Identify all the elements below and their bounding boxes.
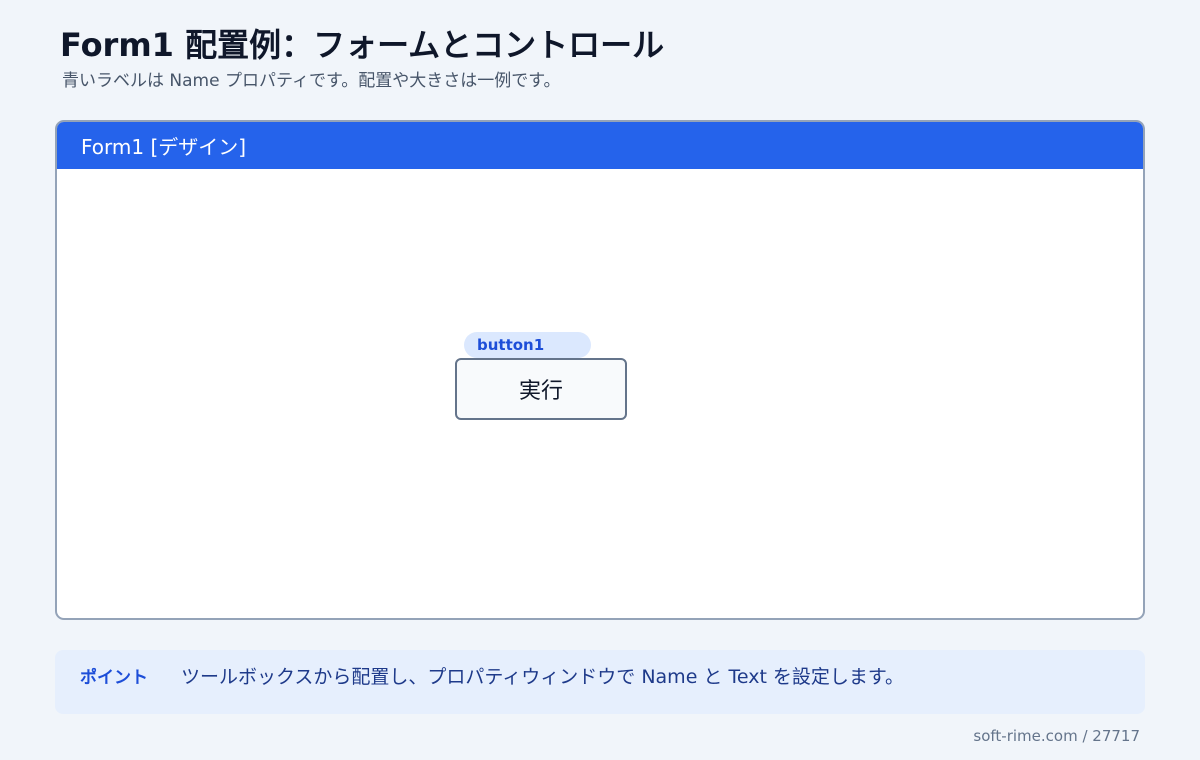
tip-label: ポイント: [80, 668, 148, 688]
form-designer-window: Form1 [デザイン] button1 実行: [55, 120, 1145, 620]
form-titlebar: Form1 [デザイン]: [57, 122, 1143, 169]
control-name-tag: button1: [464, 332, 591, 358]
tip-box: ポイント ツールボックスから配置し、プロパティウィンドウで Name と Tex…: [55, 650, 1145, 714]
footer-credit: soft-rime.com / 27717: [973, 727, 1140, 745]
page-title: Form1 配置例：フォームとコントロール: [60, 26, 665, 64]
run-button[interactable]: 実行: [455, 358, 627, 420]
page-subtitle: 青いラベルは Name プロパティです。配置や大きさは一例です。: [62, 71, 561, 91]
tip-text: ツールボックスから配置し、プロパティウィンドウで Name と Text を設定…: [181, 666, 905, 688]
form-title: Form1 [デザイン]: [81, 135, 247, 159]
